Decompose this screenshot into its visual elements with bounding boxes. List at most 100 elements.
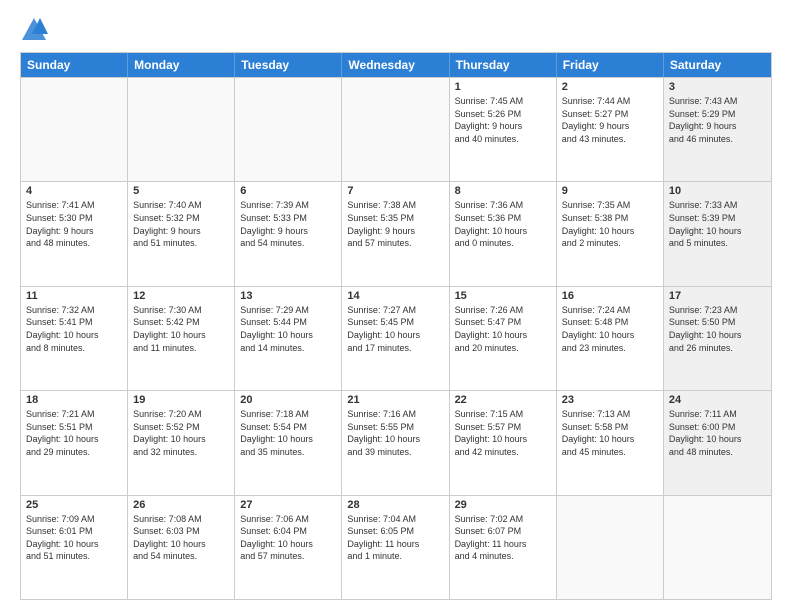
day-number: 27 bbox=[240, 499, 336, 511]
cal-row-4: 25 Sunrise: 7:09 AM Sunset: 6:01 PM Dayli… bbox=[21, 495, 771, 599]
day-info: Sunrise: 7:29 AM Sunset: 5:44 PM Dayligh… bbox=[240, 304, 336, 354]
cal-cell: 16 Sunrise: 7:24 AM Sunset: 5:48 PM Dayli… bbox=[557, 287, 664, 390]
day-number: 10 bbox=[669, 185, 766, 197]
day-info: Sunrise: 7:20 AM Sunset: 5:52 PM Dayligh… bbox=[133, 408, 229, 458]
day-number: 19 bbox=[133, 394, 229, 406]
day-number: 22 bbox=[455, 394, 551, 406]
logo-icon bbox=[20, 16, 48, 44]
day-info: Sunrise: 7:33 AM Sunset: 5:39 PM Dayligh… bbox=[669, 199, 766, 249]
day-number: 20 bbox=[240, 394, 336, 406]
day-number: 9 bbox=[562, 185, 658, 197]
cal-cell: 17 Sunrise: 7:23 AM Sunset: 5:50 PM Dayli… bbox=[664, 287, 771, 390]
header-cell-wednesday: Wednesday bbox=[342, 53, 449, 77]
day-number: 12 bbox=[133, 290, 229, 302]
cal-cell: 29 Sunrise: 7:02 AM Sunset: 6:07 PM Dayli… bbox=[450, 496, 557, 599]
day-number: 16 bbox=[562, 290, 658, 302]
cal-cell: 6Sunrise: 7:39 AM Sunset: 5:33 PM Daylig… bbox=[235, 182, 342, 285]
day-number: 25 bbox=[26, 499, 122, 511]
day-info: Sunrise: 7:02 AM Sunset: 6:07 PM Dayligh… bbox=[455, 513, 551, 563]
day-info: Sunrise: 7:32 AM Sunset: 5:41 PM Dayligh… bbox=[26, 304, 122, 354]
day-info: Sunrise: 7:09 AM Sunset: 6:01 PM Dayligh… bbox=[26, 513, 122, 563]
cal-cell: 13 Sunrise: 7:29 AM Sunset: 5:44 PM Dayli… bbox=[235, 287, 342, 390]
day-info: Sunrise: 7:38 AM Sunset: 5:35 PM Dayligh… bbox=[347, 199, 443, 249]
header-cell-monday: Monday bbox=[128, 53, 235, 77]
cal-cell: 27 Sunrise: 7:06 AM Sunset: 6:04 PM Dayli… bbox=[235, 496, 342, 599]
day-info: Sunrise: 7:44 AM Sunset: 5:27 PM Dayligh… bbox=[562, 95, 658, 145]
day-number: 14 bbox=[347, 290, 443, 302]
cal-cell: 14 Sunrise: 7:27 AM Sunset: 5:45 PM Dayli… bbox=[342, 287, 449, 390]
day-number: 26 bbox=[133, 499, 229, 511]
header-cell-tuesday: Tuesday bbox=[235, 53, 342, 77]
day-info: Sunrise: 7:24 AM Sunset: 5:48 PM Dayligh… bbox=[562, 304, 658, 354]
cal-cell: 19 Sunrise: 7:20 AM Sunset: 5:52 PM Dayli… bbox=[128, 391, 235, 494]
cal-cell: 5 Sunrise: 7:40 AM Sunset: 5:32 PM Daylig… bbox=[128, 182, 235, 285]
cal-cell: 15Sunrise: 7:26 AM Sunset: 5:47 PM Dayli… bbox=[450, 287, 557, 390]
day-info: Sunrise: 7:40 AM Sunset: 5:32 PM Dayligh… bbox=[133, 199, 229, 249]
calendar-body: 1 Sunrise: 7:45 AM Sunset: 5:26 PM Daylig… bbox=[21, 77, 771, 599]
cal-cell: 20 Sunrise: 7:18 AM Sunset: 5:54 PM Dayli… bbox=[235, 391, 342, 494]
day-number: 15 bbox=[455, 290, 551, 302]
cal-row-2: 11 Sunrise: 7:32 AM Sunset: 5:41 PM Dayli… bbox=[21, 286, 771, 390]
cal-cell: 11 Sunrise: 7:32 AM Sunset: 5:41 PM Dayli… bbox=[21, 287, 128, 390]
calendar: SundayMondayTuesdayWednesdayThursdayFrid… bbox=[20, 52, 772, 600]
day-number: 1 bbox=[455, 81, 551, 93]
cal-cell bbox=[557, 496, 664, 599]
calendar-header: SundayMondayTuesdayWednesdayThursdayFrid… bbox=[21, 53, 771, 77]
day-info: Sunrise: 7:06 AM Sunset: 6:04 PM Dayligh… bbox=[240, 513, 336, 563]
cal-cell: 7 Sunrise: 7:38 AM Sunset: 5:35 PM Daylig… bbox=[342, 182, 449, 285]
day-info: Sunrise: 7:45 AM Sunset: 5:26 PM Dayligh… bbox=[455, 95, 551, 145]
cal-cell: 22 Sunrise: 7:15 AM Sunset: 5:57 PM Dayli… bbox=[450, 391, 557, 494]
day-number: 5 bbox=[133, 185, 229, 197]
cal-cell: 28Sunrise: 7:04 AM Sunset: 6:05 PM Dayli… bbox=[342, 496, 449, 599]
day-info: Sunrise: 7:43 AM Sunset: 5:29 PM Dayligh… bbox=[669, 95, 766, 145]
logo bbox=[20, 16, 52, 44]
cal-cell: 18 Sunrise: 7:21 AM Sunset: 5:51 PM Dayli… bbox=[21, 391, 128, 494]
header-cell-saturday: Saturday bbox=[664, 53, 771, 77]
day-info: Sunrise: 7:15 AM Sunset: 5:57 PM Dayligh… bbox=[455, 408, 551, 458]
day-info: Sunrise: 7:16 AM Sunset: 5:55 PM Dayligh… bbox=[347, 408, 443, 458]
day-number: 8 bbox=[455, 185, 551, 197]
day-number: 13 bbox=[240, 290, 336, 302]
day-info: Sunrise: 7:21 AM Sunset: 5:51 PM Dayligh… bbox=[26, 408, 122, 458]
cal-cell bbox=[342, 78, 449, 181]
cal-cell: 9 Sunrise: 7:35 AM Sunset: 5:38 PM Daylig… bbox=[557, 182, 664, 285]
day-info: Sunrise: 7:39 AM Sunset: 5:33 PM Dayligh… bbox=[240, 199, 336, 249]
day-info: Sunrise: 7:35 AM Sunset: 5:38 PM Dayligh… bbox=[562, 199, 658, 249]
day-info: Sunrise: 7:36 AM Sunset: 5:36 PM Dayligh… bbox=[455, 199, 551, 249]
day-info: Sunrise: 7:27 AM Sunset: 5:45 PM Dayligh… bbox=[347, 304, 443, 354]
header bbox=[20, 16, 772, 44]
cal-cell: 24 Sunrise: 7:11 AM Sunset: 6:00 PM Dayli… bbox=[664, 391, 771, 494]
cal-cell bbox=[21, 78, 128, 181]
day-number: 11 bbox=[26, 290, 122, 302]
day-number: 28 bbox=[347, 499, 443, 511]
day-info: Sunrise: 7:18 AM Sunset: 5:54 PM Dayligh… bbox=[240, 408, 336, 458]
cal-row-1: 4Sunrise: 7:41 AM Sunset: 5:30 PM Daylig… bbox=[21, 181, 771, 285]
day-number: 29 bbox=[455, 499, 551, 511]
cal-cell: 10 Sunrise: 7:33 AM Sunset: 5:39 PM Dayli… bbox=[664, 182, 771, 285]
day-number: 24 bbox=[669, 394, 766, 406]
header-cell-friday: Friday bbox=[557, 53, 664, 77]
cal-row-3: 18 Sunrise: 7:21 AM Sunset: 5:51 PM Dayli… bbox=[21, 390, 771, 494]
day-number: 2 bbox=[562, 81, 658, 93]
cal-cell bbox=[235, 78, 342, 181]
cal-cell: 23 Sunrise: 7:13 AM Sunset: 5:58 PM Dayli… bbox=[557, 391, 664, 494]
cal-cell: 1 Sunrise: 7:45 AM Sunset: 5:26 PM Daylig… bbox=[450, 78, 557, 181]
cal-cell: 3 Sunrise: 7:43 AM Sunset: 5:29 PM Daylig… bbox=[664, 78, 771, 181]
day-info: Sunrise: 7:30 AM Sunset: 5:42 PM Dayligh… bbox=[133, 304, 229, 354]
cal-cell: 8 Sunrise: 7:36 AM Sunset: 5:36 PM Daylig… bbox=[450, 182, 557, 285]
day-number: 23 bbox=[562, 394, 658, 406]
day-number: 7 bbox=[347, 185, 443, 197]
day-info: Sunrise: 7:11 AM Sunset: 6:00 PM Dayligh… bbox=[669, 408, 766, 458]
cal-cell: 21Sunrise: 7:16 AM Sunset: 5:55 PM Dayli… bbox=[342, 391, 449, 494]
day-number: 18 bbox=[26, 394, 122, 406]
day-number: 3 bbox=[669, 81, 766, 93]
day-info: Sunrise: 7:13 AM Sunset: 5:58 PM Dayligh… bbox=[562, 408, 658, 458]
day-number: 17 bbox=[669, 290, 766, 302]
day-info: Sunrise: 7:08 AM Sunset: 6:03 PM Dayligh… bbox=[133, 513, 229, 563]
header-cell-sunday: Sunday bbox=[21, 53, 128, 77]
cal-cell: 25 Sunrise: 7:09 AM Sunset: 6:01 PM Dayli… bbox=[21, 496, 128, 599]
cal-cell: 12 Sunrise: 7:30 AM Sunset: 5:42 PM Dayli… bbox=[128, 287, 235, 390]
cal-cell: 4Sunrise: 7:41 AM Sunset: 5:30 PM Daylig… bbox=[21, 182, 128, 285]
day-number: 4 bbox=[26, 185, 122, 197]
day-info: Sunrise: 7:23 AM Sunset: 5:50 PM Dayligh… bbox=[669, 304, 766, 354]
